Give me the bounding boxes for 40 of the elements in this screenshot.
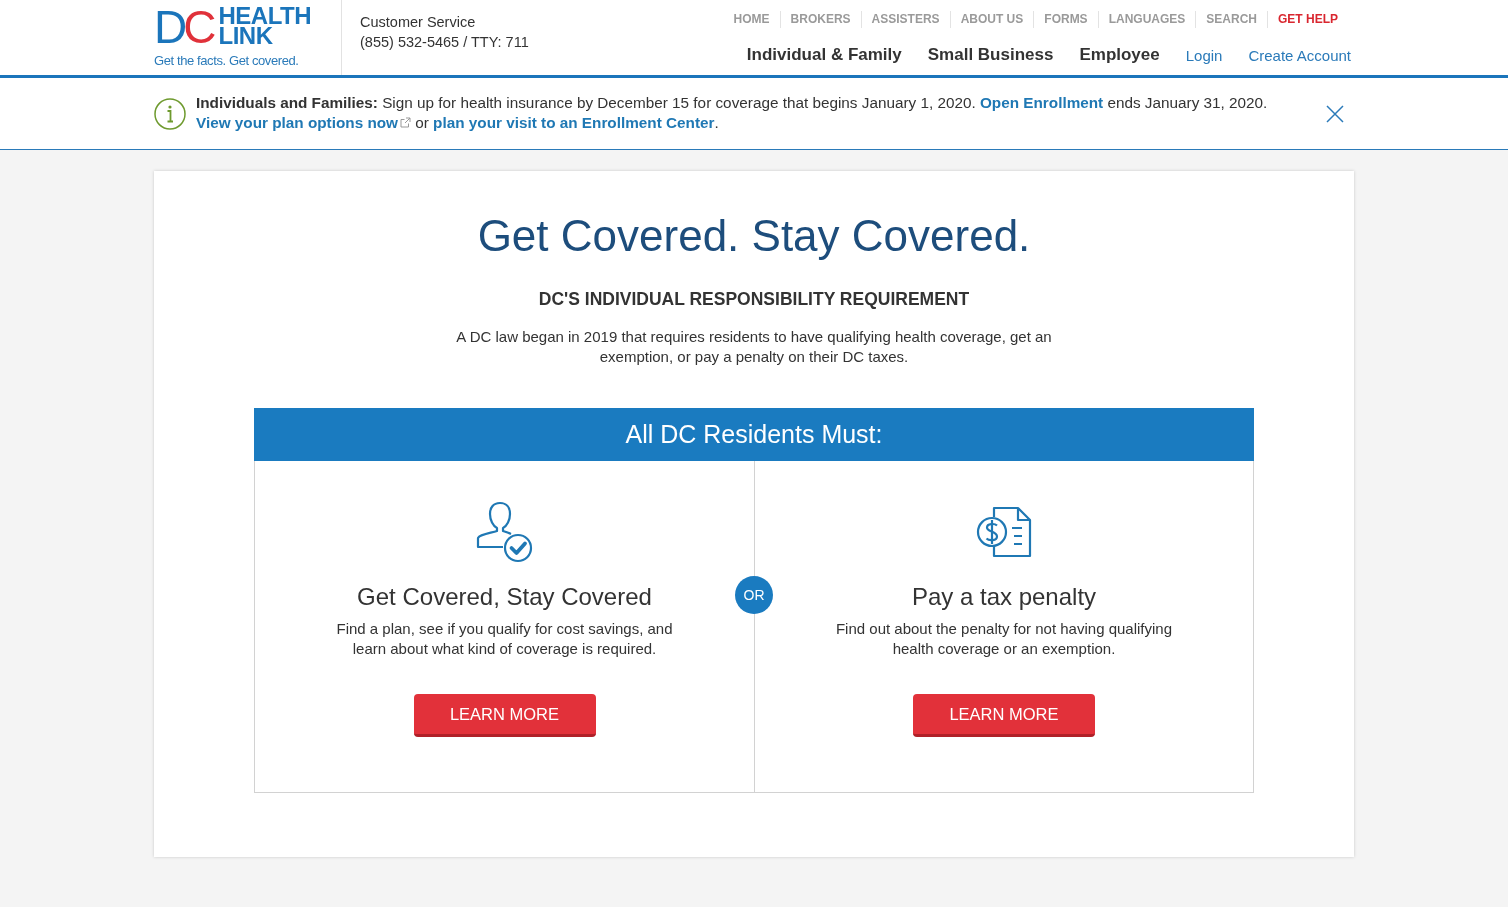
main-nav-link[interactable]: Small Business bbox=[927, 45, 1054, 65]
close-icon bbox=[1326, 104, 1344, 123]
alert-text: Individuals and Families: Sign up for health insurance by December 15 for coverage that begins January 1, 2020. Open Enrollment ends January 31, 2020. bbox=[196, 92, 1268, 113]
option-title: Get Covered, Stay Covered bbox=[357, 582, 652, 612]
learn-more-button[interactable]: LEARN MORE bbox=[913, 694, 1095, 737]
section-subtitle: DC'S INDIVIDUAL RESPONSIBILITY REQUIREMENT bbox=[538, 288, 970, 311]
dollar-document-icon bbox=[976, 506, 1032, 558]
close-button[interactable] bbox=[1326, 104, 1344, 123]
account-link[interactable]: Login bbox=[1185, 46, 1223, 64]
person-check-icon bbox=[475, 501, 534, 563]
phone-number: (855) 532-5465 / TTY: 711 bbox=[360, 33, 529, 52]
account-link[interactable]: Create Account bbox=[1248, 46, 1351, 64]
utility-nav-link[interactable]: BROKERS bbox=[779, 11, 861, 28]
option-title: Pay a tax penalty bbox=[911, 582, 1097, 612]
utility-nav-link[interactable]: LANGUAGES bbox=[1097, 11, 1196, 28]
logo-wordmark: HEALTH LINK bbox=[218, 6, 311, 46]
utility-nav-link[interactable]: GET HELP bbox=[1267, 11, 1348, 28]
learn-more-button[interactable]: LEARN MORE bbox=[413, 694, 596, 737]
logo-mark: DC bbox=[154, 6, 213, 48]
alert-link[interactable]: View your plan options now bbox=[196, 113, 411, 131]
intro-text: A DC law began in 2019 that requires residents to have qualifying health coverage, get an exemption, or pay a penalty on their DC taxes. bbox=[455, 327, 1053, 367]
customer-service-label: Customer Service bbox=[360, 13, 477, 32]
utility-nav-link[interactable]: SEARCH bbox=[1195, 11, 1267, 28]
main-nav-link[interactable]: Employee bbox=[1079, 45, 1160, 65]
external-link-icon bbox=[400, 116, 411, 128]
alert-link[interactable]: plan your visit to an Enrollment Center bbox=[433, 113, 715, 131]
alert-text: View your plan options now or plan your visit to an Enrollment Center. bbox=[196, 112, 720, 133]
utility-nav-link[interactable]: ABOUT US bbox=[949, 11, 1034, 28]
option-description: Find a plan, see if you qualify for cost savings, and learn about what kind of coverage is required. bbox=[335, 619, 674, 659]
alert-link[interactable]: Open Enrollment bbox=[979, 93, 1104, 111]
residents-banner: All DC Residents Must: bbox=[254, 408, 1254, 461]
page-title: Get Covered. Stay Covered. bbox=[477, 210, 1031, 262]
utility-nav-link[interactable]: ASSISTERS bbox=[860, 11, 950, 28]
or-badge: OR bbox=[735, 576, 773, 614]
main-nav-link[interactable]: Individual & Family bbox=[746, 45, 902, 65]
utility-nav-link[interactable]: FORMS bbox=[1033, 11, 1098, 28]
option-description: Find out about the penalty for not having qualifying health coverage or an exemption. bbox=[834, 619, 1174, 659]
logo-tagline: Get the facts. Get covered. bbox=[154, 53, 300, 68]
utility-nav-link[interactable]: HOME bbox=[723, 11, 780, 28]
info-icon bbox=[154, 97, 186, 130]
